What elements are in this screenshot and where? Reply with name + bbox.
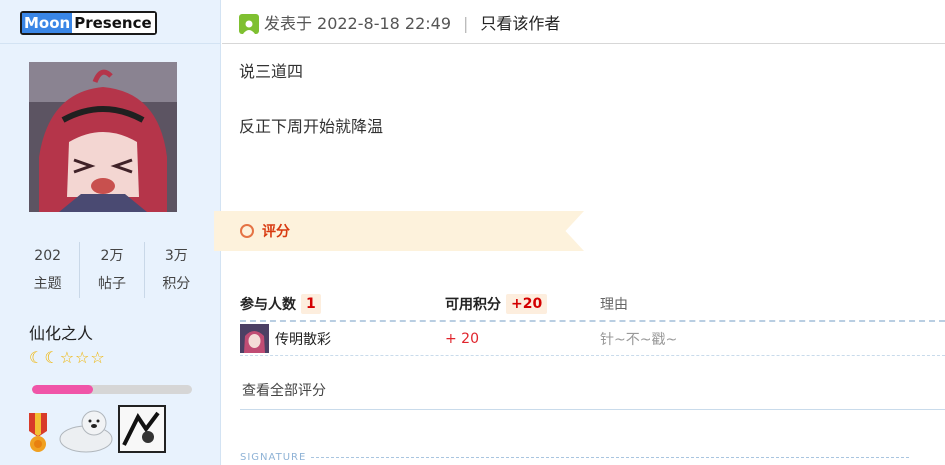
- moon-icon: ☾: [44, 348, 59, 367]
- points-label: 可用积分: [445, 297, 501, 313]
- author-name-part1: Moon: [22, 13, 73, 33]
- post-main: 发表于 2022-8-18 22:49 | 只看该作者 说三道四 反正下周开始就…: [214, 0, 945, 465]
- level-progress-bar: [32, 385, 192, 394]
- posted-prefix: 发表于: [264, 14, 313, 33]
- rank-icons: ☾ ☾ ☆ ☆ ☆: [29, 349, 105, 367]
- post-content: 说三道四 反正下周开始就降温: [239, 62, 383, 137]
- reason-cell: 针~不~戳~: [600, 329, 945, 349]
- participants-header: 参与人数 1: [240, 294, 445, 314]
- medal-ribbon-icon[interactable]: [26, 413, 50, 453]
- rating-points: + 20: [445, 330, 479, 347]
- star-icon: ☆: [75, 348, 90, 367]
- medals: [26, 405, 166, 453]
- level-progress-fill: [32, 385, 93, 394]
- author-name-link[interactable]: Moon Presence: [20, 11, 157, 35]
- post-head-divider: [222, 43, 945, 44]
- user-silhouette-icon: [243, 20, 255, 34]
- ink-medal-icon[interactable]: [118, 405, 166, 453]
- rating-footer-divider: [240, 409, 945, 410]
- stat-credits-label[interactable]: 积分: [162, 276, 190, 292]
- rating-table-header: 参与人数 1 可用积分 +20 理由: [240, 288, 945, 322]
- rater-name[interactable]: 传明散彩: [275, 329, 331, 349]
- signature-label: SIGNATURE: [240, 452, 307, 463]
- stat-topics: 202 主题: [16, 242, 79, 298]
- points-header: 可用积分 +20: [445, 294, 600, 314]
- author-stats: 202 主题 2万 帖子 3万 积分: [16, 242, 208, 298]
- meta-separator: |: [463, 14, 469, 33]
- author-online-icon: [239, 14, 259, 34]
- author-sidebar: Moon Presence 202 主题 2万 帖子 3万 积分 仙化之人 ☾ …: [0, 0, 221, 465]
- rater-avatar[interactable]: [240, 324, 269, 353]
- author-avatar[interactable]: [29, 62, 177, 212]
- signature-line: [311, 457, 910, 458]
- author-name-container: Moon Presence: [20, 11, 157, 35]
- seal-medal-icon[interactable]: [54, 409, 114, 453]
- user-rank: 仙化之人: [29, 324, 94, 343]
- post-line: 反正下周开始就降温: [239, 117, 384, 136]
- rating-row: 传明散彩 + 20 针~不~戳~: [240, 322, 945, 356]
- avatar-image: [29, 62, 177, 212]
- stat-posts-value[interactable]: 2万: [101, 248, 124, 264]
- star-icon: ☆: [90, 348, 105, 367]
- rater-cell: 传明散彩: [240, 324, 445, 353]
- signature-divider: SIGNATURE: [240, 452, 910, 463]
- author-name-part2: Presence: [72, 13, 155, 33]
- rating-table: 参与人数 1 可用积分 +20 理由 传明散彩 + 20 针~不~戳~: [240, 288, 945, 356]
- rating-ring-icon: [240, 224, 254, 238]
- points-total: +20: [506, 294, 548, 314]
- stat-topics-label[interactable]: 主题: [34, 276, 62, 292]
- rating-title[interactable]: 评分: [262, 221, 290, 241]
- view-all-ratings-link[interactable]: 查看全部评分: [242, 380, 326, 400]
- star-icon: ☆: [59, 348, 75, 367]
- rating-reason: 针~不~戳~: [600, 331, 678, 348]
- participants-count: 1: [301, 294, 321, 314]
- posted-time: 2022-8-18 22:49: [317, 14, 452, 33]
- reason-header: 理由: [600, 297, 628, 313]
- post-meta: 发表于 2022-8-18 22:49 | 只看该作者: [239, 12, 560, 36]
- moon-icon: ☾: [29, 348, 44, 367]
- participants-label: 参与人数: [240, 297, 296, 313]
- points-cell: + 20: [445, 331, 600, 347]
- stat-credits-value[interactable]: 3万: [165, 248, 188, 264]
- rating-banner: 评分: [214, 211, 584, 251]
- view-author-only-link[interactable]: 只看该作者: [480, 12, 560, 36]
- post-page: Moon Presence 202 主题 2万 帖子 3万 积分 仙化之人 ☾ …: [0, 0, 945, 465]
- stat-topics-value[interactable]: 202: [34, 248, 61, 264]
- stat-posts-label[interactable]: 帖子: [98, 276, 126, 292]
- post-line: 说三道四: [239, 62, 304, 81]
- rater-avatar-image: [240, 324, 269, 353]
- stat-credits: 3万 积分: [143, 242, 208, 298]
- stat-posts: 2万 帖子: [79, 242, 143, 298]
- sidebar-divider: [0, 43, 221, 44]
